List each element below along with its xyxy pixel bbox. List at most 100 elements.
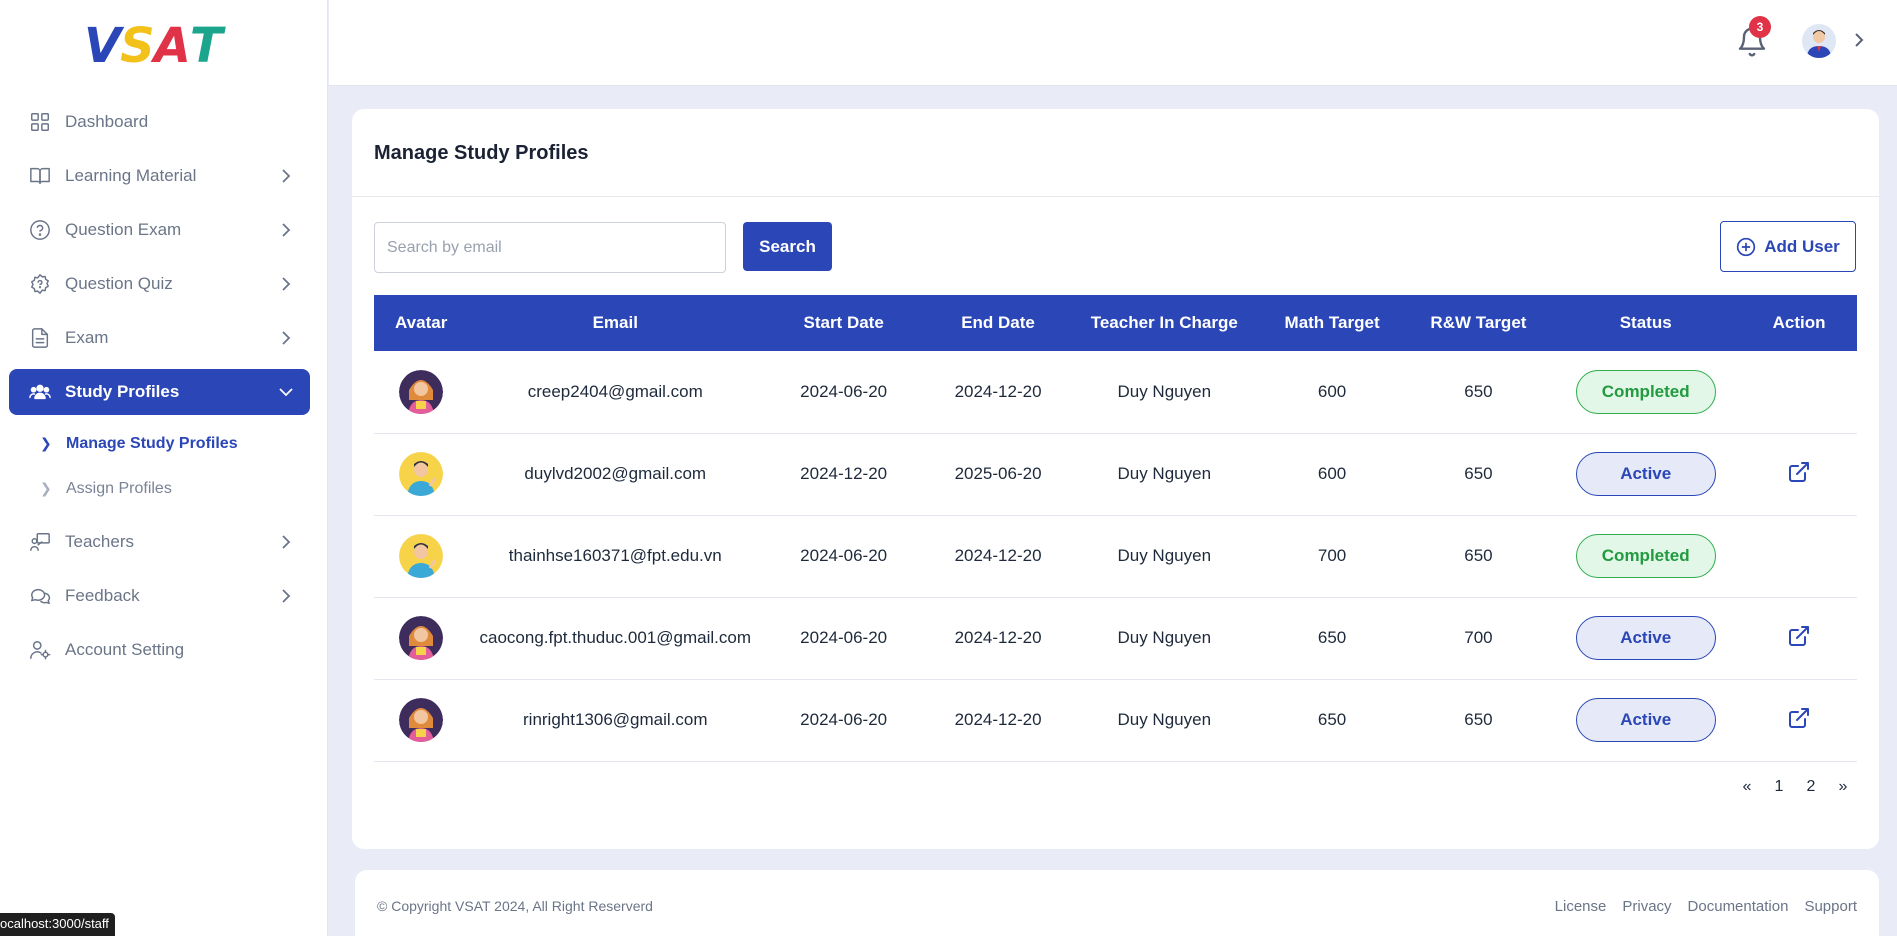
footer: © Copyright VSAT 2024, All Right Reserve… [355, 870, 1879, 936]
sidebar-item-learning-material[interactable]: Learning Material [9, 153, 310, 199]
rw-target-cell: 700 [1464, 628, 1493, 647]
teacher-cell: Duy Nguyen [1117, 546, 1212, 565]
status-cell: Completed [1550, 351, 1741, 433]
user-avatar[interactable] [1802, 24, 1836, 58]
footer-link-privacy[interactable]: Privacy [1622, 898, 1671, 915]
action-cell [1741, 351, 1857, 433]
email-cell: thainhse160371@fpt.edu.vn [508, 546, 722, 565]
top-header: 3 [329, 0, 1897, 86]
sidebar-item-label: Question Exam [65, 220, 182, 239]
sidebar-item-label: Study Profiles [65, 382, 180, 401]
search-input[interactable] [374, 222, 726, 273]
sidebar-subitem-manage-study-profiles[interactable]: ❯ Manage Study Profiles [40, 421, 310, 466]
end-date-cell: 2024-12-20 [954, 381, 1042, 401]
female-avatar [399, 616, 444, 660]
search-button[interactable]: Search [743, 222, 832, 271]
external-link-icon[interactable] [1787, 460, 1811, 484]
teacher-cell: Duy Nguyen [1117, 381, 1212, 401]
notification-badge: 3 [1749, 16, 1771, 38]
sidebar-item-feedback[interactable]: Feedback [9, 573, 310, 619]
sidebar-item-question-quiz[interactable]: Question Quiz [9, 261, 310, 307]
sidebar-item-question-exam[interactable]: Question Exam [9, 207, 310, 253]
chevron-right-icon: ❯ [40, 480, 52, 496]
end-date-cell: 2024-12-20 [954, 546, 1042, 565]
math-target-cell: 600 [1317, 381, 1347, 401]
table-row: rinright1306@gmail.com 2024-06-20 2024-12-… [374, 679, 1857, 761]
sidebar-subitem-label: Assign Profiles [66, 479, 172, 497]
sidebar-item-teachers[interactable]: Teachers [9, 519, 310, 565]
sidebar-item-label: Feedback [65, 586, 140, 605]
logo-letter: A [153, 18, 191, 74]
pagination-next[interactable]: » [1827, 778, 1859, 796]
copyright-text: © Copyright VSAT 2024, All Right Reserve… [377, 898, 653, 914]
footer-link-support[interactable]: Support [1804, 898, 1857, 915]
column-header: Email [592, 313, 638, 332]
sidebar-nav: Dashboard Learning Material Question Exam Q… [9, 99, 310, 681]
action-cell [1741, 679, 1857, 761]
chevron-down-icon [279, 388, 293, 397]
end-date-cell: 2024-12-20 [954, 628, 1042, 647]
footer-links: License Privacy Documentation Support [1555, 898, 1857, 915]
status-badge: Completed [1575, 369, 1716, 414]
chevron-right-icon [282, 589, 291, 603]
sidebar-item-account-setting[interactable]: Account Setting [9, 627, 310, 673]
pagination-page[interactable]: 1 [1763, 778, 1795, 796]
vsat-logo[interactable]: VSAT [84, 18, 223, 74]
sidebar-subitem-assign-profiles[interactable]: ❯ Assign Profiles [40, 466, 310, 511]
avatar-cell [374, 597, 468, 679]
column-header: R&W Target [1430, 313, 1527, 332]
sidebar: VSAT Dashboard Learning Material Question … [0, 0, 328, 936]
status-badge: Active [1575, 452, 1716, 496]
user-gear-icon [28, 638, 52, 662]
teacher-cell: Duy Nguyen [1117, 464, 1212, 483]
male-avatar [399, 534, 444, 578]
column-header: End Date [961, 313, 1035, 332]
sidebar-item-dashboard[interactable]: Dashboard [9, 99, 310, 145]
action-cell [1741, 433, 1857, 515]
male-avatar [399, 452, 444, 496]
column-header: Math Target [1284, 313, 1380, 332]
avatar-cell [374, 433, 468, 515]
start-date-cell: 2024-06-20 [800, 628, 888, 647]
status-badge: Active [1575, 616, 1716, 660]
external-link-icon[interactable] [1787, 706, 1811, 730]
footer-link-license[interactable]: License [1555, 898, 1607, 915]
pagination-prev[interactable]: « [1731, 778, 1763, 796]
status-cell: Active [1550, 679, 1741, 761]
footer-link-documentation[interactable]: Documentation [1688, 898, 1789, 915]
table-row: thainhse160371@fpt.edu.vn 2024-06-20 2024-… [374, 515, 1857, 597]
grid-icon [28, 110, 52, 134]
start-date-cell: 2024-12-20 [800, 464, 888, 483]
end-date-cell: 2025-06-20 [954, 464, 1042, 483]
table-row: duylvd2002@gmail.com 2024-12-20 2025-06-20… [374, 433, 1857, 515]
chevron-right-icon [282, 169, 291, 183]
rw-target-cell: 650 [1464, 546, 1493, 565]
sidebar-subitem-label: Manage Study Profiles [66, 434, 238, 452]
action-cell [1741, 515, 1857, 597]
sidebar-item-label: Account Setting [65, 640, 185, 659]
pagination-page[interactable]: 2 [1795, 778, 1827, 796]
math-target-cell: 700 [1317, 546, 1347, 565]
sidebar-item-exam[interactable]: Exam [9, 315, 310, 361]
column-header: Action [1772, 313, 1826, 332]
status-cell: Active [1550, 597, 1741, 679]
rw-target-cell: 650 [1464, 464, 1493, 483]
avatar-cell [374, 351, 468, 433]
sidebar-item-study-profiles[interactable]: Study Profiles [9, 369, 310, 415]
status-badge: Completed [1575, 534, 1716, 578]
question-badge-icon [28, 272, 52, 296]
divider [352, 196, 1879, 197]
table-header-row: Avatar Email Start Date End Date Teacher In … [374, 295, 1857, 351]
table-row: caocong.fpt.thuduc.001@gmail.com 2024-06-… [374, 597, 1857, 679]
end-date-cell: 2024-12-20 [954, 710, 1042, 729]
avatar-cell [374, 515, 468, 597]
chevron-right-icon [282, 223, 291, 237]
status-cell: Completed [1550, 515, 1741, 597]
chevron-right-icon: ❯ [40, 435, 52, 451]
table-row: creep2404@gmail.com 2024-06-20 2024-12-20 D… [374, 351, 1857, 433]
external-link-icon[interactable] [1787, 624, 1811, 648]
email-cell: rinright1306@gmail.com [523, 710, 708, 729]
female-avatar [399, 698, 444, 742]
chevron-right-icon[interactable] [1851, 31, 1867, 49]
add-user-button[interactable]: Add User [1720, 221, 1856, 272]
